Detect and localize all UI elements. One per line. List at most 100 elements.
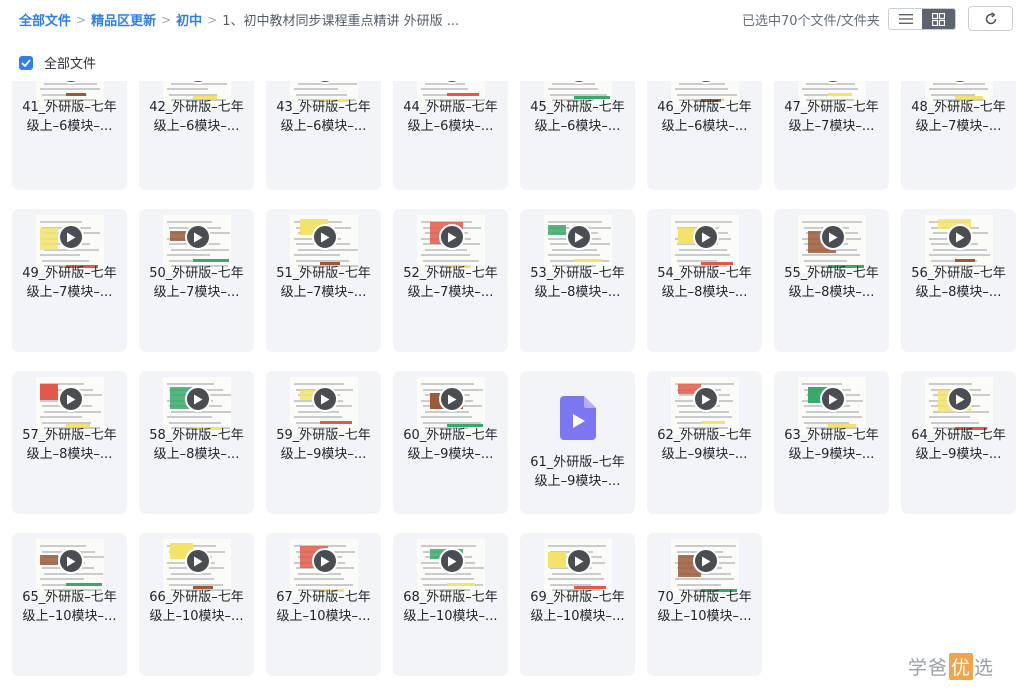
file-card[interactable]: 69_外研版–七年 级上–10模块–...: [520, 533, 635, 676]
file-name-line2: 级上–8模块–...: [153, 447, 240, 462]
play-icon[interactable]: [58, 224, 84, 250]
file-card[interactable]: 62_外研版–七年 级上–9模块–...: [647, 371, 762, 514]
file-card[interactable]: 70_外研版–七年 级上–10模块–...: [647, 533, 762, 676]
file-name-line2: 级上–10模块–...: [22, 609, 117, 624]
file-name-line2: 级上–7模块–...: [26, 285, 113, 300]
file-name: 52_外研版–七年 级上–7模块–...: [397, 264, 504, 302]
play-icon[interactable]: [58, 548, 84, 574]
file-card[interactable]: 52_外研版–七年 级上–7模块–...: [393, 209, 508, 352]
grid-view-button[interactable]: [922, 9, 955, 29]
file-card[interactable]: 48_外研版–七年 级上–7模块–...: [901, 81, 1016, 190]
file-card[interactable]: 68_外研版–七年 级上–10模块–...: [393, 533, 508, 676]
file-card[interactable]: 66_外研版–七年 级上–10模块–...: [139, 533, 254, 676]
play-icon[interactable]: [185, 224, 211, 250]
file-name: 46_外研版–七年 级上–6模块–...: [651, 98, 758, 136]
play-icon[interactable]: [947, 386, 973, 412]
top-bar: 全部文件 > 精品区更新 > 初中 > 1、初中教材同步课程重点精讲 外研版 .…: [0, 0, 1024, 38]
file-name: 42_外研版–七年 级上–6模块–...: [143, 98, 250, 136]
play-icon[interactable]: [693, 548, 719, 574]
file-card[interactable]: 61_外研版–七年 级上–9模块–...: [520, 371, 635, 514]
file-card[interactable]: 45_外研版–七年 级上–6模块–...: [520, 81, 635, 190]
play-icon[interactable]: [820, 386, 846, 412]
file-card[interactable]: 65_外研版–七年 级上–10模块–...: [12, 533, 127, 676]
file-card[interactable]: 64_外研版–七年 级上–9模块–...: [901, 371, 1016, 514]
file-card[interactable]: 54_外研版–七年 级上–8模块–...: [647, 209, 762, 352]
play-icon[interactable]: [312, 386, 338, 412]
file-card[interactable]: 44_外研版–七年 级上–6模块–...: [393, 81, 508, 190]
file-card[interactable]: 41_外研版–七年 级上–6模块–...: [12, 81, 127, 190]
file-card[interactable]: 60_外研版–七年 级上–9模块–...: [393, 371, 508, 514]
play-icon[interactable]: [693, 224, 719, 250]
file-name: 68_外研版–七年 级上–10模块–...: [397, 588, 504, 626]
file-name-line2: 级上–8模块–...: [661, 285, 748, 300]
file-name-line2: 级上–7模块–...: [153, 285, 240, 300]
play-icon[interactable]: [439, 224, 465, 250]
refresh-button[interactable]: [968, 6, 1013, 31]
file-name-line2: 级上–10模块–...: [657, 609, 752, 624]
file-card[interactable]: 53_外研版–七年 级上–8模块–...: [520, 209, 635, 352]
file-name-line2: 级上–7模块–...: [280, 285, 367, 300]
file-name-line1: 63_外研版–七年: [784, 428, 879, 443]
file-name-line1: 46_外研版–七年: [657, 100, 752, 115]
select-all-row: 全部文件: [19, 53, 96, 72]
file-name-line2: 级上–6模块–...: [26, 119, 113, 134]
file-name-line1: 68_外研版–七年: [403, 590, 498, 605]
file-name-line2: 级上–6模块–...: [661, 119, 748, 134]
file-name-line2: 级上–9模块–...: [407, 447, 494, 462]
file-card[interactable]: 58_外研版–七年 级上–8模块–...: [139, 371, 254, 514]
file-name-line1: 43_外研版–七年: [276, 100, 371, 115]
file-card[interactable]: 49_外研版–七年 级上–7模块–...: [12, 209, 127, 352]
list-view-button[interactable]: [889, 9, 922, 29]
file-card[interactable]: 51_外研版–七年 级上–7模块–...: [266, 209, 381, 352]
file-name: 63_外研版–七年 级上–9模块–...: [778, 426, 885, 464]
file-name-line1: 65_外研版–七年: [22, 590, 117, 605]
play-icon[interactable]: [312, 224, 338, 250]
file-card[interactable]: 56_外研版–七年 级上–8模块–...: [901, 209, 1016, 352]
file-name-line1: 61_外研版–七年: [530, 455, 625, 470]
play-icon[interactable]: [185, 548, 211, 574]
file-card[interactable]: 50_外研版–七年 级上–7模块–...: [139, 209, 254, 352]
play-icon[interactable]: [820, 224, 846, 250]
play-icon[interactable]: [439, 386, 465, 412]
file-name: 64_外研版–七年 级上–9模块–...: [905, 426, 1012, 464]
file-card[interactable]: 46_外研版–七年 级上–6模块–...: [647, 81, 762, 190]
file-name: 41_外研版–七年 级上–6模块–...: [16, 98, 123, 136]
file-name: 48_外研版–七年 级上–7模块–...: [905, 98, 1012, 136]
file-name-line1: 69_外研版–七年: [530, 590, 625, 605]
breadcrumb-all-files[interactable]: 全部文件: [19, 10, 71, 29]
file-name-line1: 54_外研版–七年: [657, 266, 752, 281]
file-name-line1: 66_外研版–七年: [149, 590, 244, 605]
play-icon[interactable]: [185, 386, 211, 412]
file-card[interactable]: 43_外研版–七年 级上–6模块–...: [266, 81, 381, 190]
file-card[interactable]: 47_外研版–七年 级上–7模块–...: [774, 81, 889, 190]
file-name-line1: 70_外研版–七年: [657, 590, 752, 605]
file-name: 61_外研版–七年 级上–9模块–...: [524, 453, 631, 491]
file-name: 53_外研版–七年 级上–8模块–...: [524, 264, 631, 302]
file-card[interactable]: 59_外研版–七年 级上–9模块–...: [266, 371, 381, 514]
video-file-icon: [560, 396, 596, 440]
play-icon[interactable]: [58, 386, 84, 412]
file-card[interactable]: 67_外研版–七年 级上–10模块–...: [266, 533, 381, 676]
file-name-line1: 52_外研版–七年: [403, 266, 498, 281]
file-name-line1: 58_外研版–七年: [149, 428, 244, 443]
play-icon[interactable]: [947, 224, 973, 250]
file-name: 50_外研版–七年 级上–7模块–...: [143, 264, 250, 302]
file-name: 65_外研版–七年 级上–10模块–...: [16, 588, 123, 626]
select-all-checkbox[interactable]: [19, 55, 33, 70]
breadcrumb-premium-updates[interactable]: 精品区更新: [91, 10, 156, 29]
play-icon[interactable]: [439, 548, 465, 574]
file-card[interactable]: 57_外研版–七年 级上–8模块–...: [12, 371, 127, 514]
file-name-line2: 级上–10模块–...: [530, 609, 625, 624]
file-card[interactable]: 63_外研版–七年 级上–9模块–...: [774, 371, 889, 514]
file-name-line1: 56_外研版–七年: [911, 266, 1006, 281]
file-card[interactable]: 55_外研版–七年 级上–8模块–...: [774, 209, 889, 352]
play-icon[interactable]: [566, 224, 592, 250]
file-name-line1: 48_外研版–七年: [911, 100, 1006, 115]
file-name: 43_外研版–七年 级上–6模块–...: [270, 98, 377, 136]
file-name-line2: 级上–9模块–...: [280, 447, 367, 462]
play-icon[interactable]: [693, 386, 719, 412]
play-icon[interactable]: [312, 548, 338, 574]
file-card[interactable]: 42_外研版–七年 级上–6模块–...: [139, 81, 254, 190]
play-icon[interactable]: [566, 548, 592, 574]
breadcrumb-junior-high[interactable]: 初中: [176, 10, 202, 29]
